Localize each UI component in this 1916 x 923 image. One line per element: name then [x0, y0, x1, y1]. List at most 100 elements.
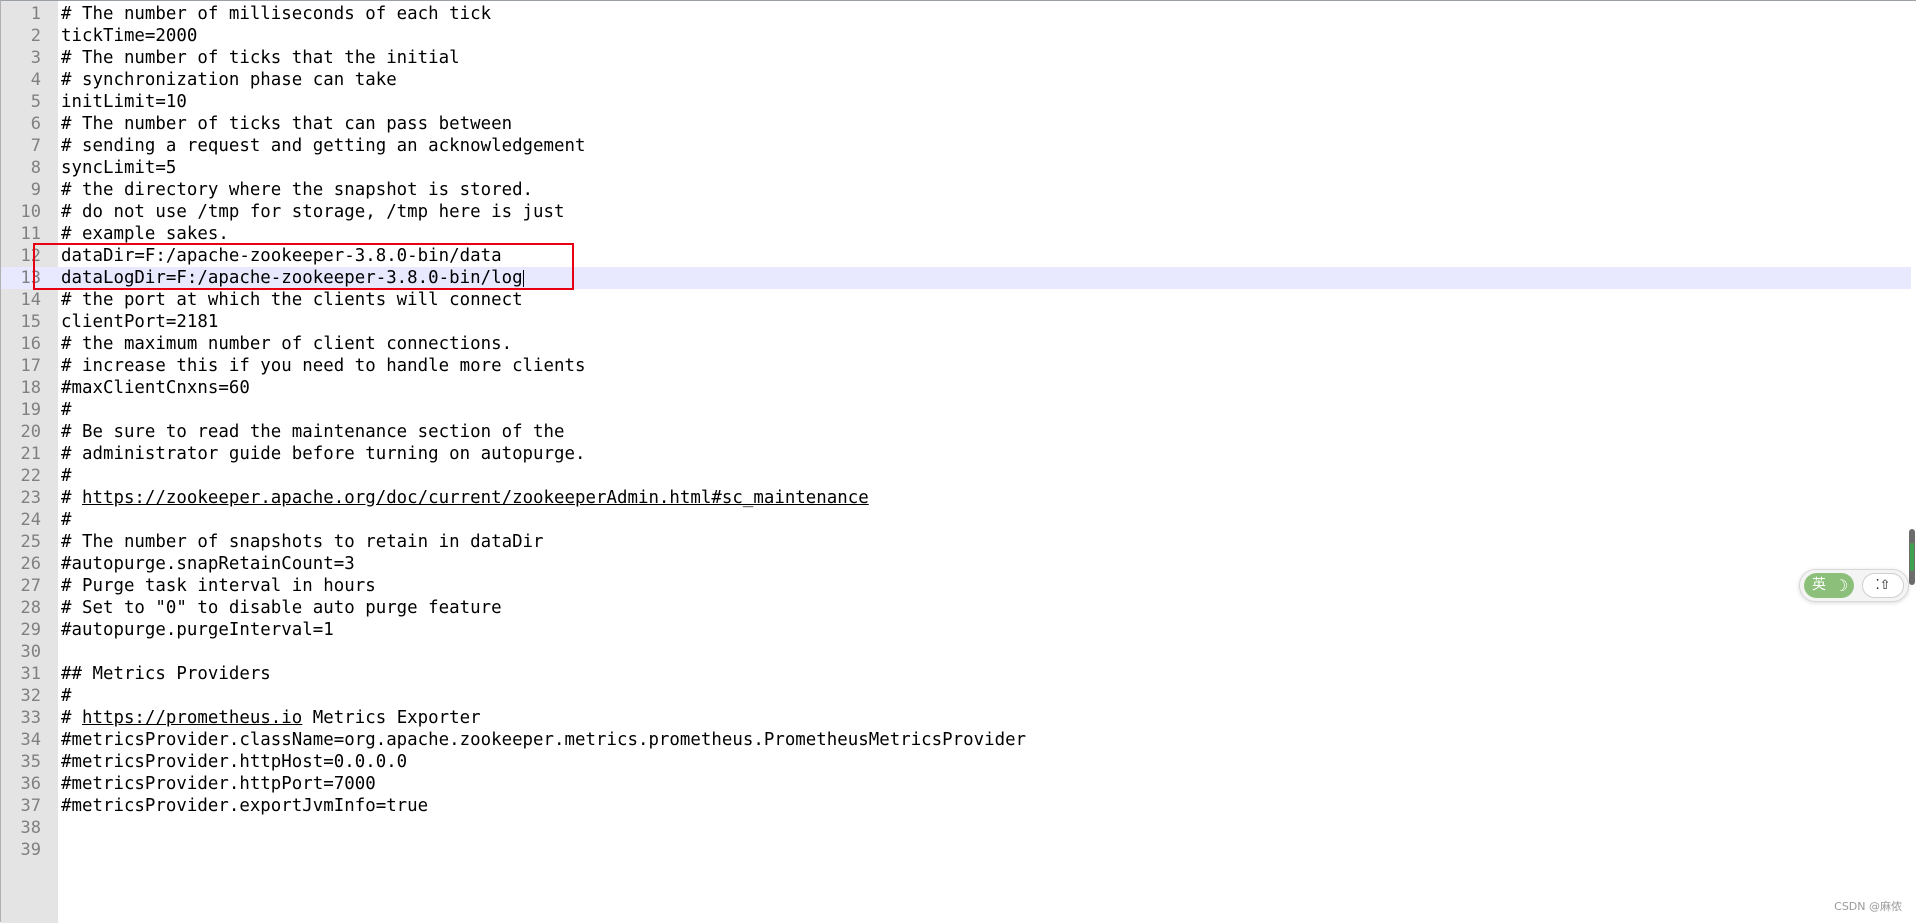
line-number: 16	[20, 334, 41, 354]
editor-line[interactable]: 13 dataLogDir=F:/apache-zookeeper-3.8.0-b…	[1, 267, 1911, 289]
line-text: #	[61, 685, 72, 707]
line-text-content: #	[61, 488, 82, 508]
editor-line[interactable]: 7 # sending a request and getting an ackn…	[1, 135, 1911, 157]
editor-line[interactable]: 24 #	[1, 509, 1911, 531]
line-text-content: ## Metrics Providers	[61, 664, 271, 684]
editor-line[interactable]: 4 # synchronization phase can take	[1, 69, 1911, 91]
editor-line[interactable]: 19 #	[1, 399, 1911, 421]
line-number: 32	[20, 686, 41, 706]
editor-line[interactable]: 20 # Be sure to read the maintenance sect…	[1, 421, 1911, 443]
line-number: 10	[20, 202, 41, 222]
editor-line[interactable]: 3 # The number of ticks that the initial	[1, 47, 1911, 69]
editor-line[interactable]: 27 # Purge task interval in hours	[1, 575, 1911, 597]
vertical-scrollbar-thumb[interactable]	[1909, 529, 1915, 585]
text-editor[interactable]: 1 # The number of milliseconds of each ti…	[0, 0, 1916, 923]
line-text-content: syncLimit=5	[61, 158, 177, 178]
line-number: 36	[20, 774, 41, 794]
editor-line[interactable]: 34 #metricsProvider.className=org.apache.…	[1, 729, 1911, 751]
line-text-content: #autopurge.purgeInterval=1	[61, 620, 334, 640]
line-number: 13	[20, 268, 41, 288]
editor-line[interactable]: 31 ## Metrics Providers	[1, 663, 1911, 685]
editor-line[interactable]: 25 # The number of snapshots to retain in…	[1, 531, 1911, 553]
line-number: 29	[20, 620, 41, 640]
line-text-content: #metricsProvider.httpPort=7000	[61, 774, 376, 794]
line-number: 31	[20, 664, 41, 684]
line-number: 28	[20, 598, 41, 618]
line-text: # Be sure to read the maintenance sectio…	[61, 421, 565, 443]
line-text: #maxClientCnxns=60	[61, 377, 250, 399]
editor-line[interactable]: 14 # the port at which the clients will c…	[1, 289, 1911, 311]
line-number: 4	[30, 70, 41, 90]
line-number: 5	[30, 92, 41, 112]
editor-line[interactable]: 28 # Set to "0" to disable auto purge fea…	[1, 597, 1911, 619]
line-text-content: dataLogDir=F:/apache-zookeeper-3.8.0-bin…	[61, 268, 523, 288]
line-text: #metricsProvider.httpPort=7000	[61, 773, 376, 795]
editor-line[interactable]: 6 # The number of ticks that can pass bet…	[1, 113, 1911, 135]
line-number: 14	[20, 290, 41, 310]
line-text-content: # synchronization phase can take	[61, 70, 397, 90]
text-caret	[522, 269, 524, 287]
editor-line[interactable]: 15 clientPort=2181	[1, 311, 1911, 333]
editor-line[interactable]: 18 #maxClientCnxns=60	[1, 377, 1911, 399]
editor-line[interactable]: 37 #metricsProvider.exportJvmInfo=true	[1, 795, 1911, 817]
line-text: dataLogDir=F:/apache-zookeeper-3.8.0-bin…	[61, 267, 524, 289]
line-number: 22	[20, 466, 41, 486]
line-text-content: # The number of snapshots to retain in d…	[61, 532, 544, 552]
line-number: 24	[20, 510, 41, 530]
editor-line[interactable]: 11 # example sakes.	[1, 223, 1911, 245]
editor-line[interactable]: 5 initLimit=10	[1, 91, 1911, 113]
line-number: 19	[20, 400, 41, 420]
line-number: 2	[30, 26, 41, 46]
editor-line[interactable]: 9 # the directory where the snapshot is s…	[1, 179, 1911, 201]
editor-line[interactable]: 30	[1, 641, 1911, 663]
ime-language-toggle[interactable]: 英 ☽	[1804, 573, 1854, 598]
editor-line[interactable]: 38	[1, 817, 1911, 839]
line-number: 8	[30, 158, 41, 178]
line-text-content: #autopurge.snapRetainCount=3	[61, 554, 355, 574]
line-text-content: # Purge task interval in hours	[61, 576, 376, 596]
line-text-content: #	[61, 708, 82, 728]
line-text-content: # increase this if you need to handle mo…	[61, 356, 586, 376]
line-text-content: clientPort=2181	[61, 312, 219, 332]
line-number: 27	[20, 576, 41, 596]
editor-line[interactable]: 12 dataDir=F:/apache-zookeeper-3.8.0-bin/…	[1, 245, 1911, 267]
editor-line[interactable]: 36 #metricsProvider.httpPort=7000	[1, 773, 1911, 795]
editor-line[interactable]: 8 syncLimit=5	[1, 157, 1911, 179]
line-text: # synchronization phase can take	[61, 69, 397, 91]
line-text-content: #metricsProvider.className=org.apache.zo…	[61, 730, 1027, 750]
line-text: # https://zookeeper.apache.org/doc/curre…	[61, 487, 869, 509]
editor-line[interactable]: 17 # increase this if you need to handle …	[1, 355, 1911, 377]
editor-line[interactable]: 16 # the maximum number of client connect…	[1, 333, 1911, 355]
editor-line[interactable]: 26 #autopurge.snapRetainCount=3	[1, 553, 1911, 575]
editor-line[interactable]: 32 #	[1, 685, 1911, 707]
ime-toolbar[interactable]: 英 ☽ ⁚⇧	[1799, 569, 1909, 602]
editor-line[interactable]: 23 # https://zookeeper.apache.org/doc/cur…	[1, 487, 1911, 509]
line-number: 9	[30, 180, 41, 200]
line-text: #	[61, 509, 72, 531]
line-text: # Set to "0" to disable auto purge featu…	[61, 597, 502, 619]
line-text: # The number of ticks that can pass betw…	[61, 113, 512, 135]
hyperlink[interactable]: https://prometheus.io	[82, 708, 302, 728]
line-number: 15	[20, 312, 41, 332]
editor-line[interactable]: 35 #metricsProvider.httpHost=0.0.0.0	[1, 751, 1911, 773]
hyperlink[interactable]: https://zookeeper.apache.org/doc/current…	[82, 488, 869, 508]
editor-line[interactable]: 33 # https://prometheus.io Metrics Export…	[1, 707, 1911, 729]
line-text-content: initLimit=10	[61, 92, 187, 112]
line-number: 38	[20, 818, 41, 838]
editor-line[interactable]: 39	[1, 839, 1911, 861]
ime-punctuation-icon[interactable]: ⁚⇧	[1862, 573, 1904, 598]
line-number: 17	[20, 356, 41, 376]
editor-line[interactable]: 21 # administrator guide before turning o…	[1, 443, 1911, 465]
line-text: # increase this if you need to handle mo…	[61, 355, 586, 377]
line-text-content: # The number of ticks that can pass betw…	[61, 114, 513, 134]
editor-line[interactable]: 2 tickTime=2000	[1, 25, 1911, 47]
line-number: 37	[20, 796, 41, 816]
editor-line[interactable]: 10 # do not use /tmp for storage, /tmp he…	[1, 201, 1911, 223]
line-number: 3	[30, 48, 41, 68]
editor-line[interactable]: 22 #	[1, 465, 1911, 487]
line-text-content: # the port at which the clients will con…	[61, 290, 523, 310]
editor-content[interactable]: 1 # The number of milliseconds of each ti…	[1, 3, 1911, 861]
editor-line[interactable]: 1 # The number of milliseconds of each ti…	[1, 3, 1911, 25]
editor-line[interactable]: 29 #autopurge.purgeInterval=1	[1, 619, 1911, 641]
line-text: #metricsProvider.className=org.apache.zo…	[61, 729, 1026, 751]
